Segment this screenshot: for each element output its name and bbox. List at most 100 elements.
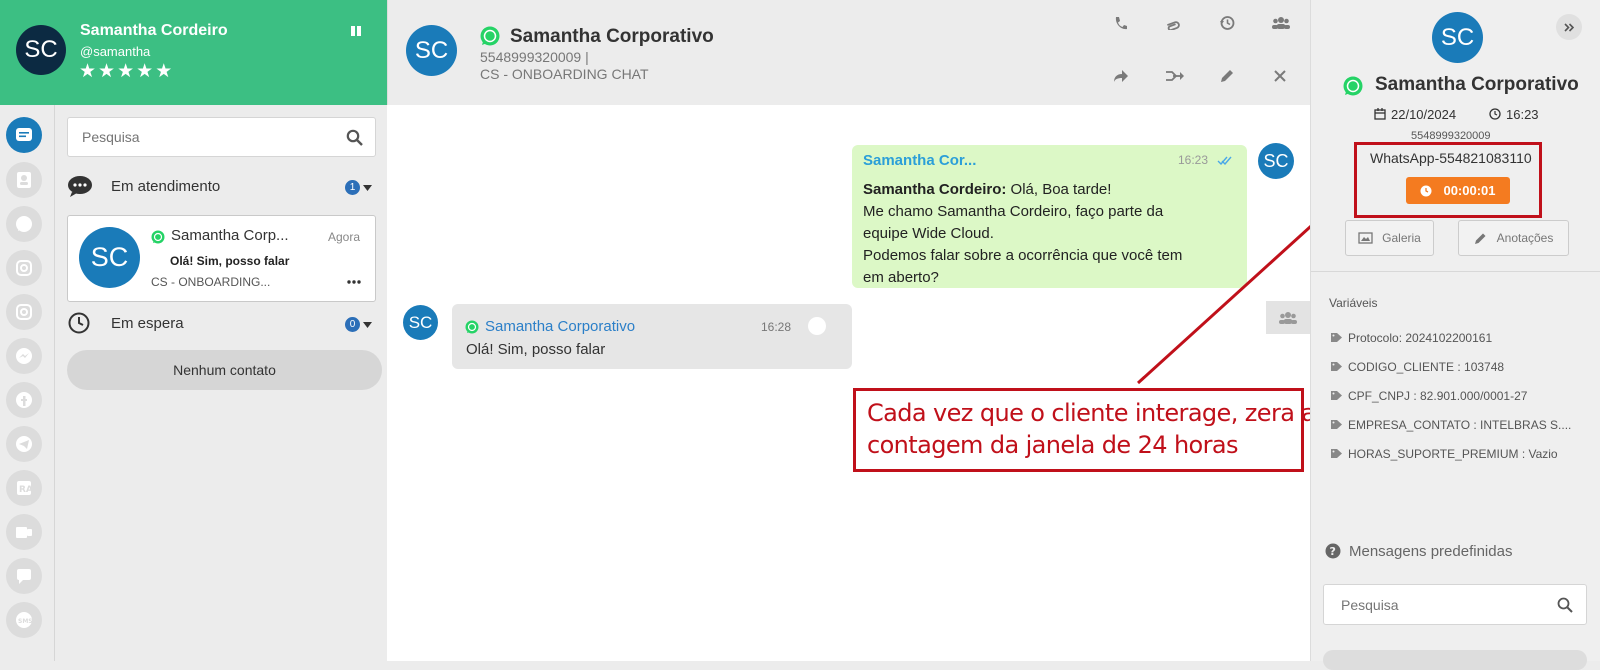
- star-icon: ★: [79, 61, 99, 82]
- chat-avatar[interactable]: SC: [406, 25, 457, 76]
- annotation-text: Cada vez que o cliente interage, zera a …: [867, 397, 1316, 461]
- rail-reclame-aqui-button[interactable]: RA: [6, 470, 42, 506]
- search-icon[interactable]: [1557, 597, 1573, 613]
- details-name: Samantha Corporativo: [1375, 74, 1579, 95]
- annotation-callout: Cada vez que o cliente interage, zera a …: [853, 388, 1316, 472]
- chat-phone: 5548999320009 |: [480, 49, 589, 65]
- rail-teams-button[interactable]: [6, 514, 42, 550]
- forward-icon[interactable]: [1113, 69, 1129, 83]
- message-text: Samantha Cordeiro: Olá, Boa tarde! Me ch…: [863, 179, 1243, 289]
- variable-text: Protocolo: 2024102200161: [1348, 331, 1493, 345]
- predefined-messages-title[interactable]: Mensagens predefinidas: [1349, 543, 1512, 560]
- contact-details-panel: SC Samantha Corporativo 22/10/2024 16:23…: [1310, 0, 1600, 670]
- star-icon: ★: [155, 61, 175, 82]
- outgoing-message-bubble[interactable]: Samantha Cor... 16:23 Samantha Cordeiro:…: [852, 145, 1247, 288]
- search-icon[interactable]: [346, 129, 363, 146]
- svg-text:?: ?: [1330, 545, 1336, 558]
- details-phone: 5548999320009: [1411, 130, 1491, 142]
- variable-item: CODIGO_CLIENTE : 103748: [1330, 353, 1571, 382]
- agent-message-avatar: SC: [1258, 143, 1294, 179]
- variables-list: Protocolo: 2024102200161 CODIGO_CLIENTE …: [1330, 324, 1571, 469]
- contact-card[interactable]: SC Samantha Corp... Agora Olá! Sim, poss…: [67, 215, 376, 302]
- predefined-list-peek: [1323, 650, 1587, 670]
- variable-item: EMPRESA_CONTATO : INTELBRAS S....: [1330, 411, 1571, 440]
- in-service-count-badge: 1: [345, 180, 360, 195]
- waiting-label[interactable]: Em espera: [111, 315, 184, 332]
- rail-telegram-button[interactable]: [6, 426, 42, 462]
- divider: [1311, 271, 1600, 272]
- svg-text:RA: RA: [19, 485, 33, 495]
- participants-tab[interactable]: [1266, 301, 1310, 334]
- rail-instagram-button[interactable]: [6, 250, 42, 286]
- telegram-icon: [15, 435, 33, 453]
- variable-item: Protocolo: 2024102200161: [1330, 324, 1571, 353]
- rail-whatsapp-button[interactable]: [6, 206, 42, 242]
- variable-item: HORAS_SUPORTE_PREMIUM : Vazio: [1330, 440, 1571, 469]
- contact-time: Agora: [328, 230, 361, 244]
- calendar-icon: [1374, 108, 1386, 120]
- phone-icon[interactable]: [1113, 16, 1128, 31]
- rail-messenger-button[interactable]: [6, 338, 42, 374]
- more-options-icon[interactable]: [347, 280, 361, 284]
- chat-bubble-icon: [15, 567, 33, 585]
- rail-contacts-button[interactable]: [6, 162, 42, 198]
- teams-icon: [15, 523, 33, 541]
- whatsapp-icon: [465, 320, 479, 334]
- channel-rail: RA SMS: [0, 105, 55, 661]
- agent-avatar[interactable]: SC: [16, 25, 66, 75]
- image-icon: [1358, 232, 1373, 244]
- clock-icon: [68, 312, 90, 334]
- agent-handle: @samantha: [80, 44, 151, 59]
- collapse-panel-button[interactable]: [1556, 14, 1582, 40]
- incoming-message-bubble[interactable]: Samantha Corporativo 16:28 Olá! Sim, pos…: [452, 304, 852, 369]
- in-service-label[interactable]: Em atendimento: [111, 178, 220, 195]
- predefined-search-input[interactable]: [1339, 596, 1539, 614]
- variable-text: EMPRESA_CONTATO : INTELBRAS S....: [1348, 418, 1572, 432]
- ra-icon: RA: [15, 479, 33, 497]
- client-message-avatar: SC: [403, 305, 438, 340]
- close-icon[interactable]: [1274, 70, 1286, 82]
- tag-icon: [1330, 332, 1343, 343]
- tag-icon: [1330, 390, 1343, 401]
- transfer-icon[interactable]: [1165, 70, 1185, 82]
- read-status-icon[interactable]: [808, 317, 826, 335]
- rail-chats-button[interactable]: [6, 117, 42, 153]
- no-contact-pill: Nenhum contato: [67, 350, 382, 390]
- contact-avatar: SC: [79, 227, 140, 288]
- chevron-down-icon[interactable]: [363, 185, 372, 191]
- clock-icon: [1489, 108, 1501, 120]
- contacts-icon: [16, 171, 32, 189]
- group-icon[interactable]: [1272, 16, 1290, 29]
- instagram-icon: [15, 303, 33, 321]
- attachment-icon[interactable]: [1165, 16, 1181, 30]
- message-text: Olá! Sim, posso falar: [466, 341, 606, 358]
- rail-instagram-2-button[interactable]: [6, 294, 42, 330]
- message-sender: Samantha Corporativo: [485, 318, 636, 335]
- message-author: Samantha Cordeiro:: [863, 181, 1007, 198]
- gallery-button[interactable]: Galeria: [1345, 220, 1434, 256]
- notes-button[interactable]: Anotações: [1458, 220, 1569, 256]
- details-channel: WhatsApp-55482108311​0: [1370, 150, 1532, 166]
- help-icon: ?: [1325, 543, 1341, 559]
- history-icon[interactable]: [1219, 15, 1235, 31]
- annotation-line: Cada vez que o cliente interage, zera a: [867, 399, 1316, 427]
- pencil-icon: [1474, 232, 1487, 245]
- edit-icon[interactable]: [1220, 69, 1234, 83]
- chevron-down-icon[interactable]: [363, 322, 372, 328]
- rail-facebook-button[interactable]: [6, 382, 42, 418]
- gallery-label: Galeria: [1382, 231, 1421, 245]
- pause-icon[interactable]: [350, 25, 362, 37]
- timer-value: 00:00:01: [1443, 183, 1496, 198]
- message-time: 16:23: [1178, 153, 1209, 167]
- chat-list-icon: [15, 126, 33, 144]
- rail-chat-button[interactable]: [6, 558, 42, 594]
- whatsapp-icon: [151, 230, 165, 244]
- contact-search-input[interactable]: [80, 128, 330, 146]
- whatsapp-icon: [480, 26, 500, 46]
- variable-text: CODIGO_CLIENTE : 103748: [1348, 360, 1505, 374]
- contact-last-message: Olá! Sim, posso falar: [170, 254, 290, 268]
- message-time: 16:28: [761, 320, 792, 334]
- rail-sms-button[interactable]: SMS: [6, 602, 42, 638]
- agent-header: SC Samantha Cordeiro @samantha ★★★★★: [0, 0, 387, 105]
- svg-text:SMS: SMS: [18, 618, 33, 625]
